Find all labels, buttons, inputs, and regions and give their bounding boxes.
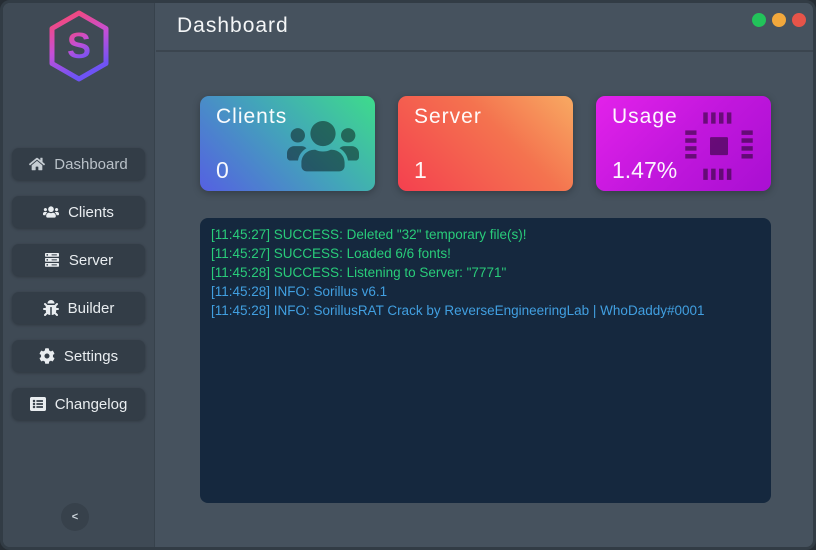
- server-count: 1: [414, 157, 427, 184]
- sidebar-item-dashboard[interactable]: Dashboard: [12, 148, 145, 180]
- sidebar-item-server[interactable]: Server: [12, 244, 145, 276]
- sidebar-item-settings[interactable]: Settings: [12, 340, 145, 372]
- sidebar-item-label: Builder: [68, 300, 115, 317]
- bug-icon: [43, 300, 59, 316]
- users-icon: [287, 110, 359, 182]
- sidebar-item-builder[interactable]: Builder: [12, 292, 145, 324]
- sidebar-item-changelog[interactable]: Changelog: [12, 388, 145, 420]
- usage-card: Usage 1.47%: [596, 96, 771, 191]
- console-log[interactable]: [11:45:27] SUCCESS: Deleted "32" tempora…: [200, 218, 771, 503]
- sidebar-item-clients[interactable]: Clients: [12, 196, 145, 228]
- server-stack-icon: [485, 110, 557, 182]
- home-icon: [29, 156, 45, 172]
- clients-count: 0: [216, 157, 229, 184]
- sidebar-item-label: Changelog: [55, 396, 128, 413]
- clients-card: Clients 0: [200, 96, 375, 191]
- sidebar-item-label: Server: [69, 252, 113, 269]
- log-line: [11:45:28] SUCCESS: Listening to Server:…: [211, 263, 760, 282]
- usage-percent: 1.47%: [612, 157, 677, 184]
- log-line: [11:45:28] INFO: Sorillus v6.1: [211, 282, 760, 301]
- app-logo-icon: S: [46, 9, 112, 83]
- minimize-button[interactable]: [752, 13, 766, 27]
- page-title: Dashboard: [177, 14, 289, 38]
- card-title: Usage: [612, 105, 678, 129]
- main-area: Dashboard Clients 0 Server 1: [156, 3, 813, 547]
- server-card: Server 1: [398, 96, 573, 191]
- app-window: S Dashboard Clients: [0, 0, 816, 550]
- sidebar-item-label: Clients: [68, 204, 114, 221]
- server-icon: [44, 252, 60, 268]
- log-line: [11:45:27] SUCCESS: Loaded 6/6 fonts!: [211, 244, 760, 263]
- window-controls: [752, 13, 806, 27]
- sidebar-nav: Dashboard Clients: [3, 148, 155, 436]
- card-title: Server: [414, 105, 482, 129]
- card-title: Clients: [216, 105, 287, 129]
- sidebar-collapse-button[interactable]: <: [61, 503, 89, 531]
- users-icon: [43, 204, 59, 220]
- sidebar: S Dashboard Clients: [3, 3, 155, 547]
- gear-icon: [39, 348, 55, 364]
- sidebar-item-label: Settings: [64, 348, 118, 365]
- log-line: [11:45:28] INFO: SorillusRAT Crack by Re…: [211, 301, 760, 320]
- header: Dashboard: [156, 3, 813, 52]
- cpu-chip-icon: [683, 110, 755, 182]
- close-button[interactable]: [792, 13, 806, 27]
- logo-letter: S: [67, 25, 91, 66]
- log-line: [11:45:27] SUCCESS: Deleted "32" tempora…: [211, 225, 760, 244]
- sidebar-item-label: Dashboard: [54, 156, 127, 173]
- changelog-icon: [30, 396, 46, 412]
- maximize-button[interactable]: [772, 13, 786, 27]
